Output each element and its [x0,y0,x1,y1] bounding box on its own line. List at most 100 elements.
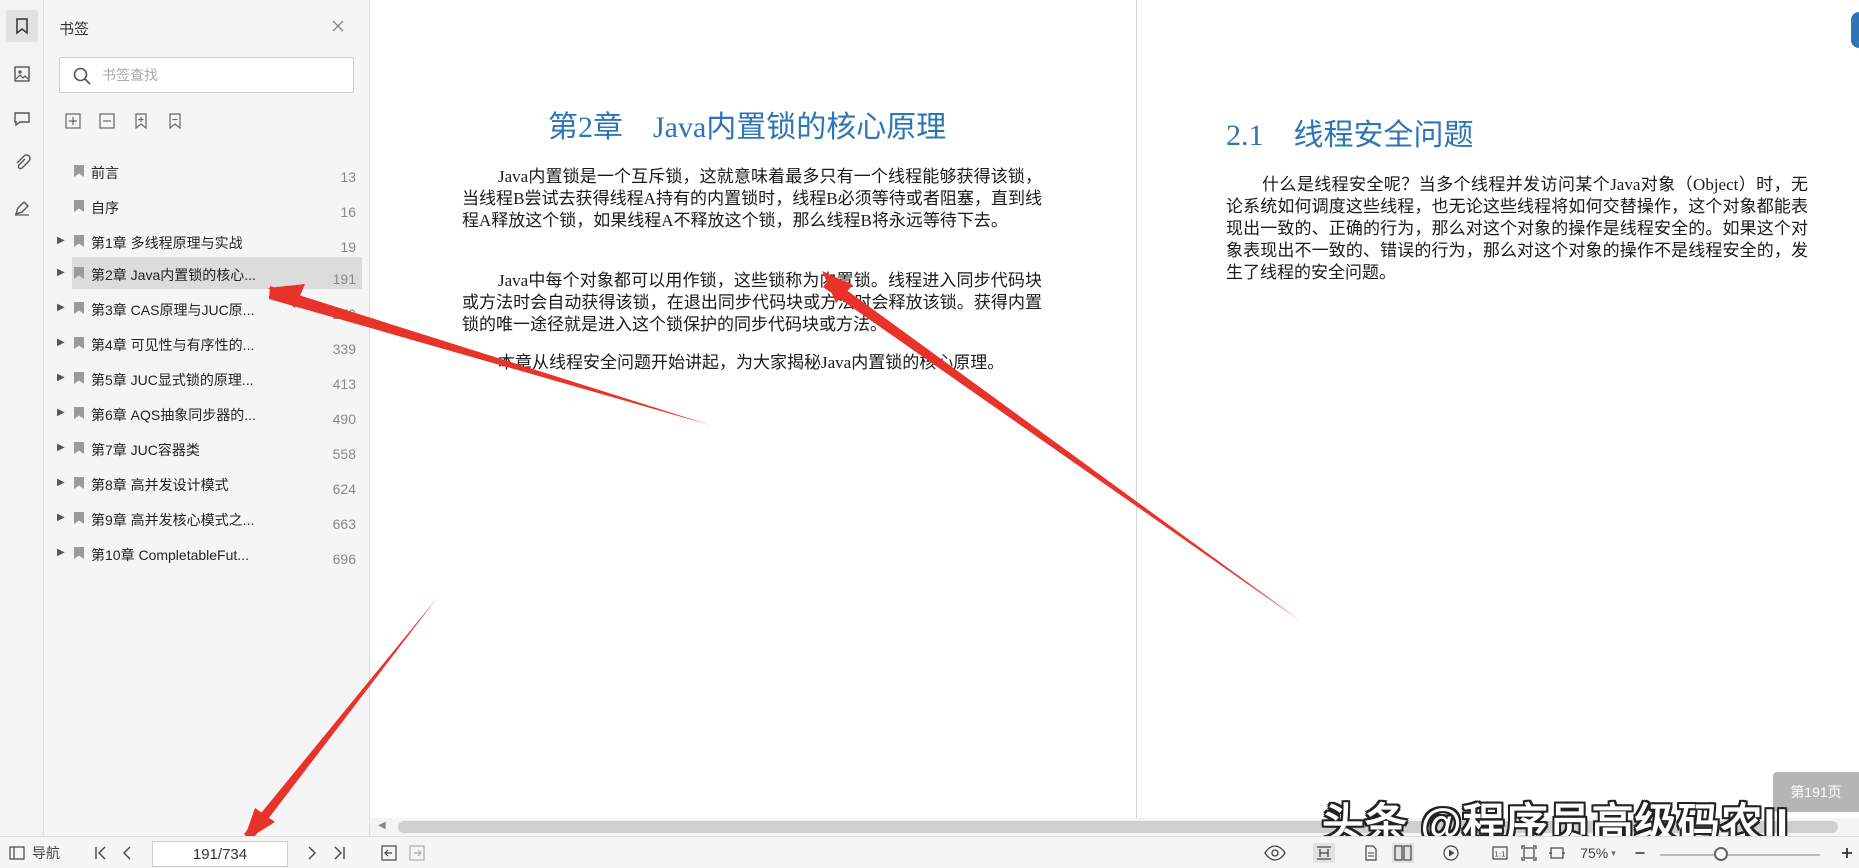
bookmark-item[interactable]: ▶ 第9章 高并发核心模式之... 663 [44,502,370,534]
bookmark-item[interactable]: ▶ 第10章 CompletableFut... 696 [44,537,370,569]
chevron-down-icon: ▾ [1611,847,1616,858]
zoom-slider-track[interactable] [1660,854,1820,856]
bookmark-item[interactable]: ▶ 第5章 JUC显式锁的原理... 413 [44,362,370,394]
expand-arrow-icon[interactable]: ▶ [57,441,67,455]
side-tab[interactable] [1851,12,1859,48]
paragraph: 本章从线程安全问题开始讲起，为大家揭秘Java内置锁的核心原理。 [498,353,1005,372]
fit-width-icon[interactable] [1548,843,1566,863]
bookmark-item[interactable]: ▶ 第4章 可见性与有序性的... 339 [44,327,370,359]
bookmark-page: 191 [332,271,356,287]
expand-arrow-icon[interactable]: ▶ [57,234,67,248]
bookmark-label: 第8章 高并发设计模式 [91,477,229,493]
last-page-icon[interactable] [330,843,348,863]
bookmark-flag-icon [74,407,84,419]
attachment-icon[interactable] [6,147,38,179]
bookmark-page: 558 [332,446,356,462]
expand-arrow-icon[interactable]: ▶ [57,511,67,525]
paragraph: Java中每个对象都可以用作锁，这些锁称为内置锁。线程进入同步代码块或方法时会自… [462,271,1042,334]
bookmark-label: 第5章 JUC显式锁的原理... [91,372,254,388]
next-page-icon[interactable] [303,843,321,863]
close-icon[interactable] [328,16,348,36]
collapse-all-icon[interactable] [97,111,117,131]
continuous-view-icon[interactable] [1313,843,1335,863]
bookmark-label: 第9章 高并发核心模式之... [91,512,255,528]
section-title: 2.1 线程安全问题 [1226,119,1474,152]
paragraph: Java内置锁是一个互斥锁，这就意味着最多只有一个线程能够获得该锁，当线程B尝试… [462,167,1042,230]
bookmark-page: 663 [332,516,356,532]
thumbnail-icon[interactable] [6,58,38,90]
eye-icon[interactable] [1264,843,1286,863]
expand-arrow-icon[interactable]: ▶ [57,371,67,385]
zoom-out-icon[interactable] [1632,843,1648,863]
expand-all-icon[interactable] [63,111,83,131]
expand-arrow-icon[interactable]: ▶ [57,546,67,560]
comment-icon[interactable] [6,103,38,135]
bookmark-flag-icon [74,372,84,384]
back-icon[interactable] [380,843,398,863]
add-bookmark-icon[interactable] [131,111,151,131]
expand-arrow-icon[interactable]: ▶ [57,476,67,490]
zoom-in-icon[interactable] [1838,843,1856,863]
bookmark-page: 696 [332,551,356,567]
bookmark-page: 413 [332,376,356,392]
bookmark-search[interactable] [59,57,354,93]
bookmark-page: 279 [332,306,356,322]
bookmark-item[interactable]: ▶ 第3章 CAS原理与JUC原... 279 [44,292,370,324]
expand-arrow-icon[interactable]: ▶ [57,336,67,350]
expand-arrow-icon[interactable]: ▶ [57,266,67,280]
bookmark-flag-icon [74,235,84,247]
nav-toggle[interactable]: 导航 [6,843,62,863]
scroll-left-icon[interactable]: ◀ [378,820,386,831]
page-number-input[interactable] [152,841,288,867]
bookmark-panel-icon[interactable] [6,10,38,42]
two-page-icon[interactable] [1392,843,1414,863]
bookmark-flag-icon [74,200,84,212]
bookmark-page: 490 [332,411,356,427]
forward-icon[interactable] [408,843,426,863]
search-icon [73,67,91,85]
bookmark-item[interactable]: ▶ 第7章 JUC容器类 558 [44,432,370,464]
bookmark-page: 16 [340,204,356,220]
bookmark-item-selected[interactable]: ▶ 第2章 Java内置锁的核心... 191 [44,257,370,289]
expand-arrow-icon[interactable]: ▶ [57,406,67,420]
bookmark-page: 19 [340,239,356,255]
svg-text:1:1: 1:1 [1494,851,1505,859]
status-bar: 导航 1:1 75% ▾ [0,836,1859,868]
bookmark-label: 第10章 CompletableFut... [91,547,249,563]
prev-page-icon[interactable] [118,843,136,863]
paragraph: 什么是线程安全呢？当多个线程并发访问某个Java对象（Object）时，无论系统… [1226,175,1808,282]
bookmark-item[interactable]: ▶ 第1章 多线程原理与实战 19 [44,225,370,257]
bookmark-item[interactable]: ▶ 第8章 高并发设计模式 624 [44,467,370,499]
bookmark-item[interactable]: 自序 16 [44,190,370,222]
bookmark-flag-icon [74,165,84,177]
bookmark-flag-icon [74,512,84,524]
bookmark-item[interactable]: ▶ 第6章 AQS抽象同步器的... 490 [44,397,370,429]
bookmark-label: 自序 [91,200,119,216]
bookmark-item[interactable]: 前言 13 [44,155,370,187]
first-page-icon[interactable] [92,843,110,863]
zoom-slider-handle[interactable] [1714,847,1728,861]
chapter-title: 第2章 Java内置锁的核心原理 [548,111,947,144]
bookmark-label: 第4章 可见性与有序性的... [91,337,255,353]
bookmark-page: 624 [332,481,356,497]
bookmark-flag-icon [74,442,84,454]
fit-page-icon[interactable] [1520,843,1538,863]
zoom-dropdown[interactable]: 75% ▾ [1572,843,1624,863]
bookmark-label: 前言 [91,165,119,181]
bookmark-flag-icon [74,477,84,489]
signature-icon[interactable] [6,192,38,224]
bookmark-flag-icon [74,267,84,279]
bookmark-flag-icon [74,337,84,349]
delete-bookmark-icon[interactable] [165,111,185,131]
bookmark-toolbar [63,111,185,131]
nav-label: 导航 [32,845,60,861]
bookmark-label: 第7章 JUC容器类 [91,442,200,458]
actual-size-icon[interactable]: 1:1 [1491,843,1509,863]
play-icon[interactable] [1441,843,1461,863]
expand-arrow-icon[interactable]: ▶ [57,301,67,315]
search-input[interactable] [102,64,342,86]
bookmark-label: 第2章 Java内置锁的核心... [91,267,256,283]
bookmark-label: 第6章 AQS抽象同步器的... [91,407,256,423]
single-page-icon[interactable] [1362,843,1380,863]
zoom-value: 75% [1580,845,1609,861]
